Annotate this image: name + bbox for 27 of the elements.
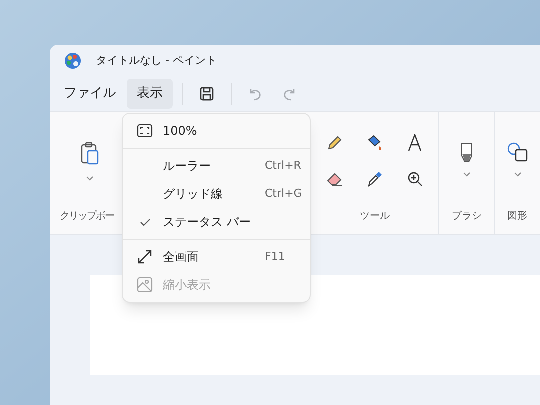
menu-item[interactable]: ファイル (56, 79, 124, 109)
palette-icon (64, 52, 82, 70)
zoom-fit-icon (137, 124, 153, 138)
chevron-icon[interactable] (462, 172, 471, 177)
menu-option[interactable]: 全画面 F11 (127, 243, 306, 271)
group-label: ツール (360, 210, 390, 224)
clipboard-icon[interactable] (80, 142, 100, 166)
chevron-icon[interactable] (86, 176, 94, 181)
menu-option[interactable]: ステータス バー (127, 208, 306, 236)
text-icon[interactable] (406, 134, 424, 152)
group-label: ブラシ (452, 210, 482, 224)
menu-option[interactable]: 100% (127, 117, 306, 145)
fullscreen-icon (137, 249, 153, 265)
shapes-icon[interactable] (506, 142, 529, 162)
eyedropper-icon[interactable] (366, 170, 384, 188)
menu-option[interactable]: グリッド線 Ctrl+G (127, 180, 306, 208)
thumbnail-icon (137, 277, 153, 293)
group-label: クリップボー (60, 210, 114, 224)
menu-option[interactable]: ルーラー Ctrl+R (127, 152, 306, 180)
brush-icon[interactable] (460, 142, 474, 164)
group-label: 図形 (508, 210, 528, 224)
menu-item[interactable]: 表示 (127, 79, 173, 109)
zoom-icon[interactable] (406, 170, 424, 188)
paint-bucket-icon[interactable] (366, 134, 384, 152)
window-title: タイトルなし - ペイント (96, 52, 217, 69)
pencil-icon[interactable] (326, 134, 344, 152)
chevron-icon[interactable] (514, 172, 522, 177)
